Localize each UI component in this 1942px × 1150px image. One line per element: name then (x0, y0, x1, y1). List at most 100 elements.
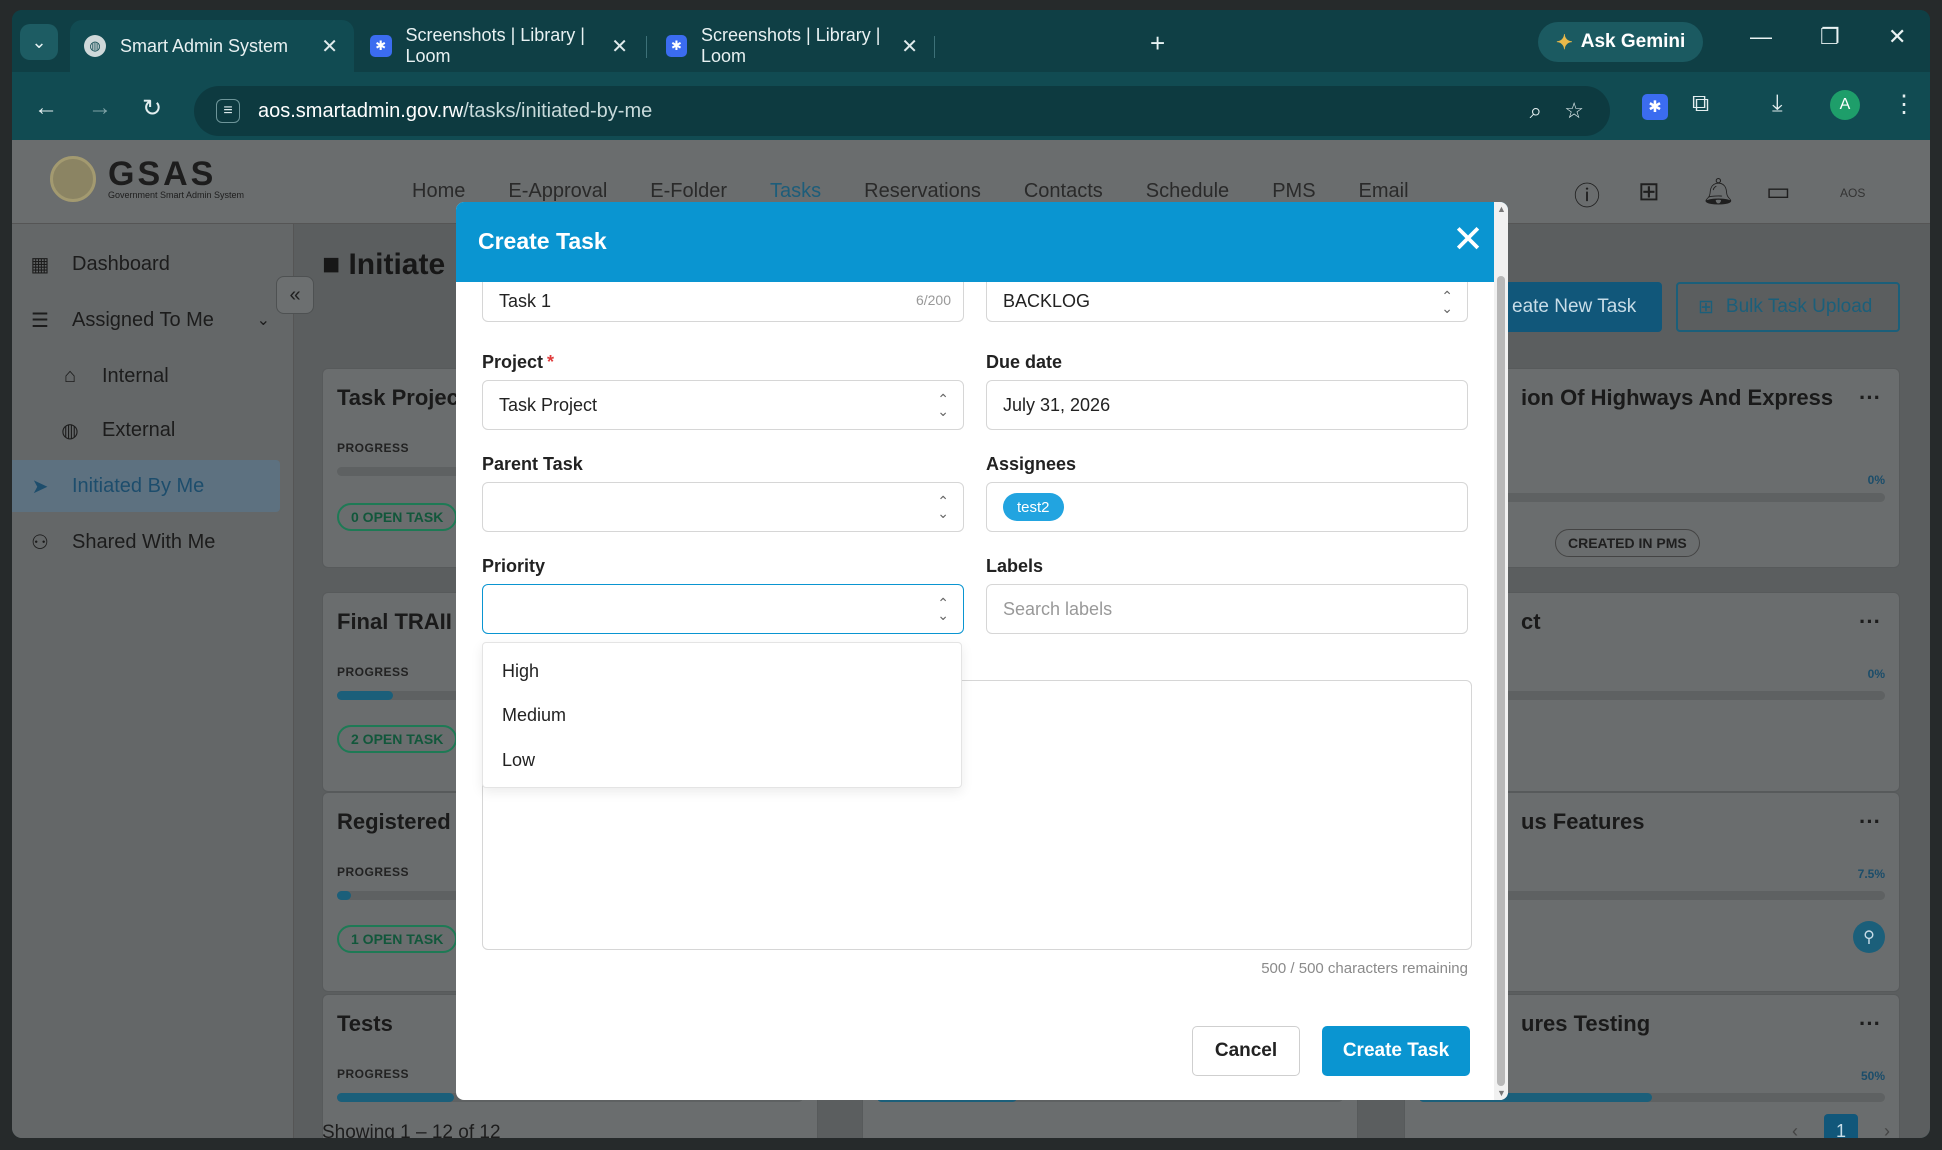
tab-loom-1[interactable]: ✱ Screenshots | Library | Loom ✕ (356, 20, 644, 72)
labels-placeholder: Search labels (1003, 598, 1113, 619)
nav-pms[interactable]: PMS (1272, 180, 1315, 203)
priority-option-medium[interactable]: Medium (502, 705, 566, 726)
page-title: ■ Initiate (322, 248, 446, 281)
assignees-label: Assignees (986, 454, 1077, 474)
prev-page-icon[interactable]: ‹ (1778, 1114, 1812, 1139)
task-name-input[interactable]: Task 1 6/200 (482, 282, 964, 322)
select-arrows-icon: ⌃ ⌄ (937, 595, 949, 623)
nav-email[interactable]: Email (1359, 180, 1409, 203)
extensions-icon[interactable]: ⧉ (1692, 90, 1709, 118)
collapse-sidebar-button[interactable]: « (276, 276, 314, 314)
sidebar-item-internal[interactable]: ⌂ Internal (12, 350, 280, 402)
nav-e-approval[interactable]: E-Approval (508, 180, 607, 203)
tab-smart-admin[interactable]: ◍ Smart Admin System ✕ (70, 20, 354, 72)
loom-extension-icon[interactable]: ✱ (1642, 94, 1668, 120)
desktop-background: ⌄ ◍ Smart Admin System ✕ ✱ Screenshots |… (0, 0, 1942, 1150)
reload-icon[interactable]: ↻ (142, 94, 162, 123)
select-arrows-icon: ⌃ ⌄ (1441, 288, 1453, 316)
priority-option-high[interactable]: High (502, 661, 539, 682)
bulk-task-upload-button[interactable]: ⊞ Bulk Task Upload (1676, 282, 1900, 332)
assignees-select[interactable]: test2 (986, 482, 1468, 532)
sidebar-item-external[interactable]: ◍ External (12, 404, 280, 456)
priority-select[interactable]: ⌃ ⌄ (482, 584, 964, 634)
restore-icon[interactable]: ❐ (1820, 24, 1840, 50)
gemini-star-icon: ✦ (1556, 31, 1573, 54)
modal-title: Create Task (478, 228, 607, 254)
status-select[interactable]: BACKLOG ⌃ ⌄ (986, 282, 1468, 322)
ask-gemini-button[interactable]: ✦ Ask Gemini (1538, 22, 1704, 62)
next-page-icon[interactable]: › (1870, 1114, 1904, 1139)
create-task-button[interactable]: Create Task (1322, 1026, 1470, 1076)
site-settings-icon[interactable]: ≡ (216, 99, 240, 123)
close-tab-icon[interactable]: ✕ (901, 34, 918, 59)
create-task-modal: Create Task ✕ Task 1 6/200 BACKLOG ⌃ ⌄ Pr… (456, 202, 1508, 1100)
more-options-icon[interactable]: ··· (1859, 809, 1881, 835)
scroll-thumb[interactable] (1497, 276, 1505, 1086)
user-menu[interactable]: AOS (1840, 186, 1865, 200)
help-icon[interactable]: ⓘ (1574, 176, 1600, 213)
zoom-icon[interactable]: ⌕ (1530, 98, 1542, 124)
parent-task-select[interactable]: ⌃ ⌄ (482, 482, 964, 532)
parent-task-label: Parent Task (482, 454, 583, 474)
building-icon: ⌂ (63, 364, 77, 387)
tab-search-button[interactable]: ⌄ (20, 24, 58, 60)
profile-avatar[interactable]: A (1830, 90, 1860, 120)
nav-home[interactable]: Home (412, 180, 465, 203)
priority-option-low[interactable]: Low (502, 750, 535, 771)
project-select[interactable]: Task Project ⌃ ⌄ (482, 380, 964, 430)
open-tasks-badge: 1 OPEN TASK (337, 925, 458, 953)
close-icon[interactable]: ✕ (1452, 218, 1484, 262)
cancel-button[interactable]: Cancel (1192, 1026, 1300, 1076)
close-window-icon[interactable]: ✕ (1888, 24, 1906, 50)
create-new-task-button[interactable]: eate New Task (1492, 282, 1662, 332)
scroll-down-icon[interactable]: ▼ (1497, 1088, 1506, 1098)
nav-reservations[interactable]: Reservations (864, 180, 981, 203)
bookmark-star-icon[interactable]: ☆ (1564, 98, 1584, 124)
nav-tasks[interactable]: Tasks (770, 180, 821, 203)
loom-icon: ✱ (370, 35, 392, 57)
due-date-label: Due date (986, 352, 1063, 372)
more-options-icon[interactable]: ··· (1859, 1011, 1881, 1037)
scroll-up-icon[interactable]: ▲ (1497, 204, 1506, 214)
forward-arrow-icon[interactable]: → (88, 94, 112, 122)
more-options-icon[interactable]: ··· (1859, 609, 1881, 635)
tab-separator (934, 36, 935, 58)
more-options-icon[interactable]: ··· (1859, 385, 1881, 411)
close-tab-icon[interactable]: ✕ (611, 34, 628, 59)
assignee-chip[interactable]: test2 (1003, 493, 1064, 521)
nav-schedule[interactable]: Schedule (1146, 180, 1229, 203)
sidebar-item-shared-with-me[interactable]: ⚇ Shared With Me (12, 516, 280, 568)
new-tab-icon[interactable]: + (1150, 28, 1165, 59)
char-remaining: 500 / 500 characters remaining (1261, 960, 1468, 977)
priority-dropdown: High Medium Low (482, 642, 962, 788)
browser-window: ⌄ ◍ Smart Admin System ✕ ✱ Screenshots |… (12, 10, 1930, 1138)
labels-input[interactable]: Search labels (986, 584, 1468, 634)
back-arrow-icon[interactable]: ← (34, 94, 58, 122)
address-bar[interactable]: ≡ aos.smartadmin.gov.rw/tasks/initiated-… (194, 86, 1610, 136)
due-date-input[interactable]: July 31, 2026 (986, 380, 1468, 430)
upload-table-icon: ⊞ (1698, 296, 1714, 318)
more-menu-icon[interactable]: ⋮ (1892, 90, 1916, 119)
apps-grid-icon[interactable]: ⊞ (1638, 176, 1660, 207)
sidebar-item-initiated-by-me[interactable]: ➤ Initiated By Me (12, 460, 280, 512)
page-button-1[interactable]: 1 (1824, 1114, 1858, 1138)
open-tasks-badge: 0 OPEN TASK (337, 503, 458, 531)
folder-icon: ■ (322, 248, 341, 281)
chevron-down-icon: ⌄ (31, 31, 47, 52)
chat-icon[interactable]: ▭ (1766, 176, 1791, 207)
created-in-pms-badge: CREATED IN PMS (1555, 529, 1700, 557)
seal-icon (50, 156, 96, 202)
close-tab-icon[interactable]: ✕ (321, 34, 338, 59)
bell-icon[interactable]: 🔔︎ (1702, 176, 1735, 207)
nav-contacts[interactable]: Contacts (1024, 180, 1103, 203)
assign-user-icon[interactable]: ⚲ (1853, 921, 1885, 953)
minimize-icon[interactable]: — (1750, 24, 1772, 50)
nav-e-folder[interactable]: E-Folder (650, 180, 727, 203)
tab-loom-2[interactable]: ✱ Screenshots | Library | Loom ✕ (652, 20, 934, 72)
gsas-logo[interactable]: GSAS Government Smart Admin System (50, 156, 244, 202)
sidebar-item-dashboard[interactable]: ▦ Dashboard (12, 238, 280, 290)
modal-scrollbar[interactable]: ▲ ▼ (1494, 202, 1508, 1100)
sidebar-item-assigned-to-me[interactable]: ☰ Assigned To Me ⌄ (12, 294, 280, 346)
project-label: Project * (482, 352, 555, 372)
download-icon[interactable]: ⤓ (1772, 90, 1783, 118)
